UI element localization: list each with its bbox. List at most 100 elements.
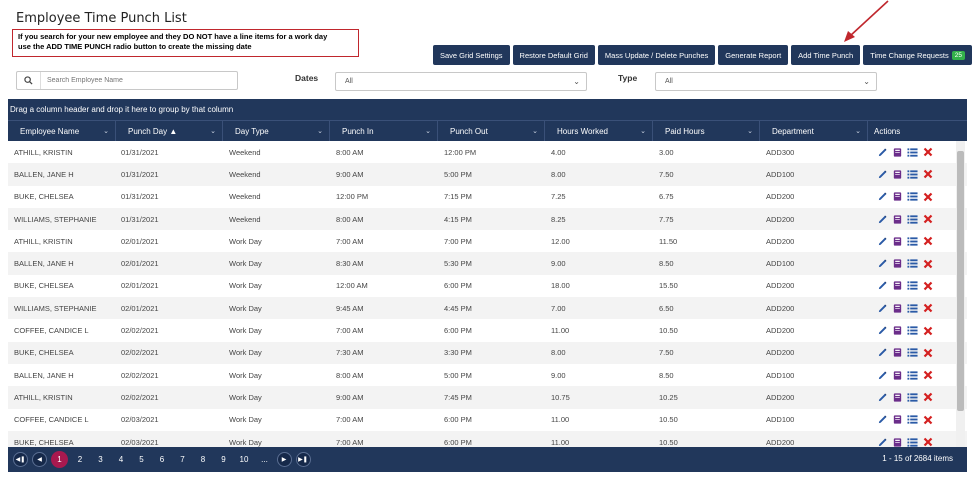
add-time-punch-button[interactable]: Add Time Punch (791, 45, 861, 65)
page-number-1[interactable]: 1 (51, 451, 68, 468)
pencil-icon[interactable] (877, 214, 888, 225)
table-row[interactable]: BALLEN, JANE H 01/31/2021 Weekend 9:00 AM 5:… (8, 163, 967, 186)
table-row[interactable]: COFFEE, CANDICE L 02/03/2021 Work Day 7:00 … (8, 409, 967, 431)
chevron-down-icon[interactable]: ⌄ (747, 127, 753, 135)
list-icon[interactable] (907, 325, 918, 336)
chevron-down-icon[interactable]: ⌄ (317, 127, 323, 135)
page-number-6[interactable]: 6 (154, 451, 171, 468)
pencil-icon[interactable] (877, 169, 888, 180)
page-number-8[interactable]: 8 (195, 451, 212, 468)
pencil-icon[interactable] (877, 236, 888, 247)
delete-icon[interactable] (922, 303, 933, 314)
pencil-icon[interactable] (877, 392, 888, 403)
column-header-hours-worked[interactable]: Hours Worked ⌄ (545, 121, 653, 142)
pencil-icon[interactable] (877, 303, 888, 314)
table-row[interactable]: BALLEN, JANE H 02/02/2021 Work Day 8:00 AM 5… (8, 364, 967, 386)
chevron-down-icon[interactable]: ⌄ (855, 127, 861, 135)
pencil-icon[interactable] (877, 191, 888, 202)
pencil-icon[interactable] (877, 347, 888, 358)
column-header-department[interactable]: Department ⌄ (760, 121, 868, 142)
book-icon[interactable] (892, 258, 903, 269)
group-by-drop-area[interactable]: Drag a column header and drop it here to… (8, 99, 967, 119)
first-page-button[interactable]: ◀❚ (13, 452, 28, 467)
pencil-icon[interactable] (877, 280, 888, 291)
pencil-icon[interactable] (877, 325, 888, 336)
page-number-4[interactable]: 4 (113, 451, 130, 468)
table-row[interactable]: ATHILL, KRISTIN 02/02/2021 Work Day 9:00 AM… (8, 386, 967, 409)
table-row[interactable]: ATHILL, KRISTIN 02/01/2021 Work Day 7:00 AM… (8, 230, 967, 252)
next-page-button[interactable]: ▶ (276, 452, 292, 467)
table-row[interactable]: COFFEE, CANDICE L 02/02/2021 Work Day 7:00 … (8, 319, 967, 341)
search-icon[interactable] (17, 72, 41, 89)
column-header-paid-hours[interactable]: Paid Hours ⌄ (653, 121, 760, 142)
dates-select[interactable]: All ⌄ (335, 72, 587, 91)
book-icon[interactable] (892, 437, 903, 448)
pencil-icon[interactable] (877, 414, 888, 425)
table-row[interactable]: BALLEN, JANE H 02/01/2021 Work Day 8:30 AM 5… (8, 252, 967, 275)
delete-icon[interactable] (922, 169, 933, 180)
pencil-icon[interactable] (877, 437, 888, 448)
chevron-down-icon[interactable]: ⌄ (532, 127, 538, 135)
scrollbar-thumb[interactable] (957, 151, 964, 411)
book-icon[interactable] (892, 214, 903, 225)
list-icon[interactable] (907, 147, 918, 158)
chevron-down-icon[interactable]: ⌄ (425, 127, 431, 135)
type-select[interactable]: All ⌄ (655, 72, 877, 91)
list-icon[interactable] (907, 236, 918, 247)
page-ellipsis[interactable]: ... (256, 451, 273, 468)
page-number-10[interactable]: 10 (236, 451, 253, 468)
book-icon[interactable] (892, 191, 903, 202)
delete-icon[interactable] (922, 147, 933, 158)
delete-icon[interactable] (922, 191, 933, 202)
column-header-punch-in[interactable]: Punch In ⌄ (330, 121, 438, 142)
table-row[interactable]: BUKE, CHELSEA 02/02/2021 Work Day 7:30 AM 3:… (8, 341, 967, 364)
list-icon[interactable] (907, 303, 918, 314)
page-number-7[interactable]: 7 (174, 451, 191, 468)
delete-icon[interactable] (922, 236, 933, 247)
search-employee-input[interactable] (41, 77, 231, 84)
list-icon[interactable] (907, 414, 918, 425)
pencil-icon[interactable] (877, 147, 888, 158)
book-icon[interactable] (892, 236, 903, 247)
table-row[interactable]: BUKE, CHELSEA 02/01/2021 Work Day 12:00 AM 6… (8, 275, 967, 297)
column-header-day-type[interactable]: Day Type ⌄ (223, 121, 330, 142)
book-icon[interactable] (892, 303, 903, 314)
list-icon[interactable] (907, 191, 918, 202)
delete-icon[interactable] (922, 347, 933, 358)
restore-default-grid-button[interactable]: Restore Default Grid (512, 45, 595, 65)
list-icon[interactable] (907, 370, 918, 381)
column-header-punch-day[interactable]: Punch Day ▲ ⌄ (116, 121, 223, 142)
delete-icon[interactable] (922, 258, 933, 269)
delete-icon[interactable] (922, 214, 933, 225)
delete-icon[interactable] (922, 437, 933, 448)
time-change-requests-button[interactable]: Time Change Requests 25 (863, 45, 972, 65)
list-icon[interactable] (907, 258, 918, 269)
pencil-icon[interactable] (877, 370, 888, 381)
delete-icon[interactable] (922, 325, 933, 336)
mass-update-delete-punches-button[interactable]: Mass Update / Delete Punches (597, 45, 716, 65)
grid-scrollbar[interactable] (956, 141, 965, 447)
generate-report-button[interactable]: Generate Report (718, 45, 789, 65)
list-icon[interactable] (907, 280, 918, 291)
last-page-button[interactable]: ▶❚ (295, 452, 311, 467)
chevron-down-icon[interactable]: ⌄ (210, 127, 216, 135)
delete-icon[interactable] (922, 392, 933, 403)
chevron-down-icon[interactable]: ⌄ (103, 127, 109, 135)
page-number-3[interactable]: 3 (92, 451, 109, 468)
save-grid-settings-button[interactable]: Save Grid Settings (433, 45, 510, 65)
table-row[interactable]: WILLIAMS, STEPHANIE 01/31/2021 Weekend 8:00… (8, 207, 967, 231)
delete-icon[interactable] (922, 370, 933, 381)
page-number-9[interactable]: 9 (215, 451, 232, 468)
book-icon[interactable] (892, 147, 903, 158)
book-icon[interactable] (892, 392, 903, 403)
book-icon[interactable] (892, 414, 903, 425)
delete-icon[interactable] (922, 280, 933, 291)
table-row[interactable]: WILLIAMS, STEPHANIE 02/01/2021 Work Day 9:4… (8, 297, 967, 320)
book-icon[interactable] (892, 280, 903, 291)
column-header-employee-name[interactable]: Employee Name ⌄ (8, 121, 116, 142)
list-icon[interactable] (907, 169, 918, 180)
table-row[interactable]: ATHILL, KRISTIN 01/31/2021 Weekend 8:00 AM 1… (8, 141, 967, 163)
prev-page-button[interactable]: ◀ (32, 452, 47, 467)
chevron-down-icon[interactable]: ⌄ (640, 127, 646, 135)
list-icon[interactable] (907, 347, 918, 358)
